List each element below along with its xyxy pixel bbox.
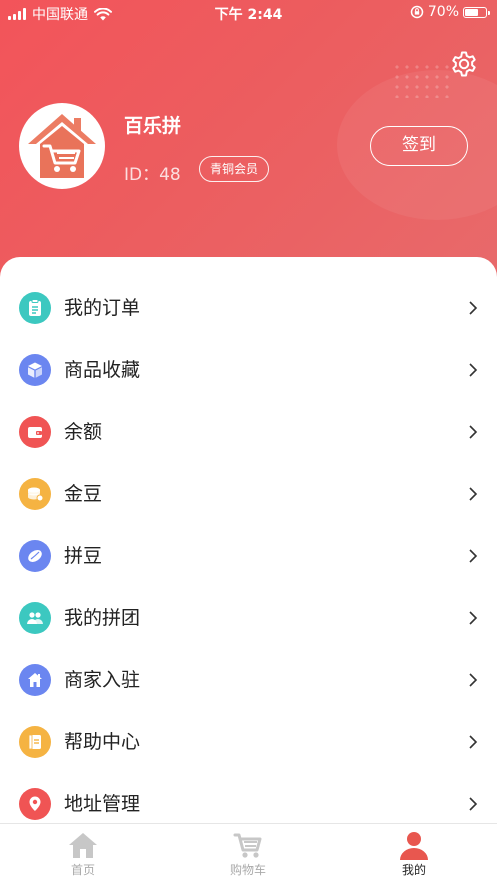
home-icon — [69, 833, 97, 858]
menu-item-label: 余额 — [64, 421, 103, 443]
menu-item-favorites[interactable]: 商品收藏 — [0, 339, 497, 401]
coin-icon — [19, 478, 51, 510]
settings-gear-icon[interactable] — [448, 48, 480, 80]
profile-header: 中国联通 下午 2:44 70% 百乐拼 ID：48 青铜会员 签到 — [0, 0, 497, 290]
chevron-right-icon — [469, 611, 478, 625]
orientation-lock-icon — [410, 5, 424, 19]
battery-icon — [463, 6, 490, 18]
user-name: 百乐拼 — [124, 115, 182, 137]
tab-cart[interactable]: 购物车 — [188, 824, 308, 884]
menu-item-pin-beans[interactable]: 拼豆 — [0, 525, 497, 587]
user-id: ID：48 — [124, 165, 181, 185]
tab-mine[interactable]: 我的 — [354, 824, 474, 884]
menu-item-orders[interactable]: 我的订单 — [0, 277, 497, 339]
chevron-right-icon — [469, 549, 478, 563]
chevron-right-icon — [469, 735, 478, 749]
store-icon — [19, 664, 51, 696]
menu-item-merchant-join[interactable]: 商家入驻 — [0, 649, 497, 711]
status-bar: 中国联通 下午 2:44 70% — [0, 0, 497, 26]
menu-item-gold-beans[interactable]: 金豆 — [0, 463, 497, 525]
help-book-icon — [19, 726, 51, 758]
chevron-right-icon — [469, 301, 478, 315]
shop-logo-icon — [28, 114, 96, 178]
chevron-right-icon — [469, 797, 478, 811]
menu-item-label: 帮助中心 — [64, 731, 141, 753]
checkin-button[interactable]: 签到 — [370, 126, 468, 166]
order-icon — [19, 292, 51, 324]
chevron-right-icon — [469, 425, 478, 439]
menu-item-address[interactable]: 地址管理 — [0, 773, 497, 823]
tab-label: 我的 — [401, 863, 426, 877]
menu-item-help-center[interactable]: 帮助中心 — [0, 711, 497, 773]
cart-icon — [233, 833, 262, 858]
menu-item-label: 商家入驻 — [64, 669, 141, 691]
menu-item-balance[interactable]: 余额 — [0, 401, 497, 463]
wallet-icon — [19, 416, 51, 448]
tab-home[interactable]: 首页 — [23, 824, 143, 884]
menu-list: 我的订单 商品收藏 余额 金豆 拼豆 我的拼团 商家入驻 帮助中心 地址管理 — [0, 257, 497, 823]
menu-item-label: 商品收藏 — [64, 359, 141, 381]
menu-item-label: 地址管理 — [64, 793, 141, 815]
menu-item-label: 拼豆 — [64, 545, 103, 567]
tab-label: 购物车 — [229, 863, 266, 877]
avatar[interactable] — [19, 103, 105, 189]
user-icon — [400, 832, 428, 860]
group-icon — [19, 602, 51, 634]
tab-label: 首页 — [70, 863, 95, 877]
menu-item-label: 金豆 — [64, 483, 103, 505]
tab-bar: 首页 购物车 我的 — [0, 823, 497, 884]
membership-badge: 青铜会员 — [199, 156, 270, 182]
menu-item-label: 我的拼团 — [64, 607, 141, 629]
battery-percent: 70% — [427, 4, 459, 20]
chevron-right-icon — [469, 487, 478, 501]
cube-icon — [19, 354, 51, 386]
chevron-right-icon — [469, 673, 478, 687]
header-dot-pattern — [392, 62, 452, 98]
menu-item-my-groups[interactable]: 我的拼团 — [0, 587, 497, 649]
menu-item-label: 我的订单 — [64, 297, 141, 319]
bean-icon — [19, 540, 51, 572]
chevron-right-icon — [469, 363, 478, 377]
location-pin-icon — [19, 788, 51, 820]
